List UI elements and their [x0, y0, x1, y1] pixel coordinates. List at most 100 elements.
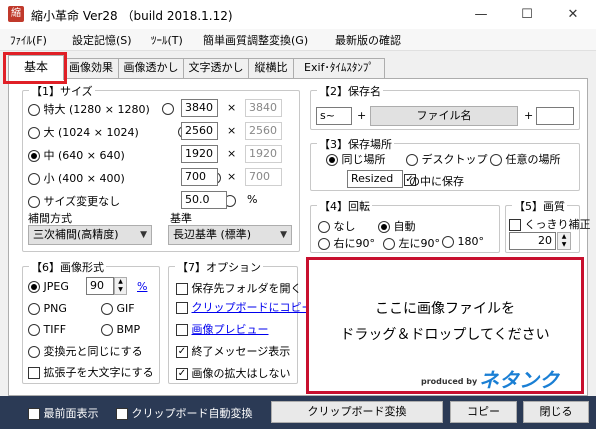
- checkbox-icon[interactable]: [176, 283, 188, 295]
- format-jpeg[interactable]: JPEG: [28, 280, 69, 293]
- jpeg-quality-field[interactable]: 90: [86, 277, 114, 295]
- rotate-180[interactable]: 180°: [442, 235, 484, 248]
- radio-icon[interactable]: [490, 154, 502, 166]
- title-bar: 縮 縮小革命 Ver28 （build 2018.1.12) — ☐ ✕: [0, 0, 596, 29]
- radio-selected-icon[interactable]: [378, 221, 390, 233]
- tab-text-watermark[interactable]: 文字透かし: [183, 58, 249, 78]
- menu-settings[interactable]: 設定記憶(S): [72, 32, 132, 48]
- menu-file[interactable]: ﾌｧｲﾙ(F): [10, 32, 47, 48]
- option-label: 終了メッセージ表示: [191, 345, 291, 358]
- menu-check-update[interactable]: 最新版の確認: [335, 32, 401, 48]
- size-preset-none[interactable]: サイズ変更なし: [28, 193, 120, 209]
- topmost-option[interactable]: ✓ 最前面表示: [28, 405, 99, 421]
- option-clipboard-copy[interactable]: クリップボードにコピー: [176, 299, 313, 315]
- checkbox-checked-icon[interactable]: ✓: [28, 408, 40, 420]
- menu-quick-adjust[interactable]: 簡単画質調整変換(G): [203, 32, 308, 48]
- radio-icon[interactable]: [318, 221, 330, 233]
- radio-icon[interactable]: [28, 196, 40, 208]
- format-bmp[interactable]: BMP: [101, 323, 140, 336]
- close-button[interactable]: 閉じる: [523, 401, 589, 423]
- jpeg-quality-link[interactable]: %: [137, 280, 147, 293]
- spinner-icon[interactable]: ▲ ▼: [114, 277, 127, 295]
- radio-icon[interactable]: [383, 238, 395, 250]
- checkbox-checked-icon[interactable]: ✓: [176, 346, 188, 358]
- interp-select[interactable]: 三次補間(高精度) ▼: [28, 225, 152, 245]
- radio-icon[interactable]: [101, 303, 113, 315]
- option-no-enlarge[interactable]: ✓ 画像の拡大はしない: [176, 365, 291, 381]
- size-preset-large[interactable]: 大 (1024 × 1024): [28, 124, 139, 140]
- radio-icon[interactable]: [101, 324, 113, 336]
- quality-field[interactable]: 20: [509, 232, 556, 250]
- size-preset-small[interactable]: 小 (400 × 400): [28, 170, 125, 186]
- subfolder-field[interactable]: Resized: [347, 170, 403, 188]
- width-field[interactable]: 1920: [181, 145, 218, 163]
- radio-icon[interactable]: [28, 127, 40, 139]
- drop-line-1: ここに画像ファイルを: [375, 301, 515, 317]
- checkbox-icon[interactable]: [116, 408, 128, 420]
- checkbox-icon[interactable]: [28, 367, 40, 379]
- minimize-button[interactable]: —: [458, 0, 504, 29]
- tab-aspect-ratio[interactable]: 縦横比: [248, 58, 294, 78]
- checkbox-checked-icon[interactable]: ✓: [176, 368, 188, 380]
- option-end-message[interactable]: ✓ 終了メッセージ表示: [176, 343, 290, 359]
- checkbox-icon[interactable]: [509, 219, 521, 231]
- rotate-right[interactable]: 右に90°: [318, 235, 375, 251]
- tab-exif-timestamp[interactable]: Exif･ﾀｲﾑｽﾀﾝﾌﾟ: [293, 58, 385, 78]
- radio-selected-icon[interactable]: [326, 154, 338, 166]
- basis-select[interactable]: 長辺基準 (標準) ▼: [168, 225, 292, 245]
- rotate-label: なし: [333, 220, 356, 233]
- clipboard-convert-button[interactable]: クリップボード変換: [271, 401, 443, 423]
- format-same[interactable]: 変換元と同じにする: [28, 343, 143, 359]
- option-preview[interactable]: 画像プレビュー: [176, 321, 269, 337]
- radio-icon[interactable]: [28, 324, 40, 336]
- radio-icon[interactable]: [406, 154, 418, 166]
- radio-icon[interactable]: [28, 346, 40, 358]
- tab-image-watermark[interactable]: 画像透かし: [118, 58, 184, 78]
- option-link[interactable]: クリップボードにコピー: [192, 301, 313, 314]
- radio-selected-icon[interactable]: [28, 281, 40, 293]
- uppercase-ext-option[interactable]: 拡張子を大文字にする: [28, 364, 154, 380]
- radio-icon[interactable]: [28, 173, 40, 185]
- radio-icon[interactable]: [442, 236, 454, 248]
- rotate-auto[interactable]: 自動: [378, 218, 416, 234]
- checkbox-icon[interactable]: [176, 324, 188, 336]
- filename-button[interactable]: ファイル名: [370, 106, 518, 126]
- format-label: BMP: [116, 323, 141, 336]
- menu-tools[interactable]: ﾂｰﾙ(T): [151, 32, 183, 48]
- size-preset-medium[interactable]: 中 (640 × 640): [28, 147, 125, 163]
- rotate-none[interactable]: なし: [318, 218, 356, 234]
- tab-image-effect[interactable]: 画像効果: [63, 58, 119, 78]
- drop-zone[interactable]: ここに画像ファイルを ドラッグ＆ドロップしてください produced by ネ…: [306, 257, 584, 394]
- format-tiff[interactable]: TIFF: [28, 323, 66, 336]
- format-png[interactable]: PNG: [28, 302, 67, 315]
- radio-icon[interactable]: [28, 303, 40, 315]
- rotate-left[interactable]: 左に90°: [383, 235, 440, 251]
- maximize-button[interactable]: ☐: [504, 0, 550, 29]
- suffix-field[interactable]: [536, 107, 574, 125]
- netank-logo: ネタンク: [479, 368, 559, 392]
- radio-icon[interactable]: [318, 238, 330, 250]
- percent-field[interactable]: 50.0: [181, 191, 227, 209]
- prefix-field[interactable]: s~: [316, 107, 352, 125]
- radio-icon[interactable]: [28, 104, 40, 116]
- checkbox-icon[interactable]: [176, 302, 188, 314]
- size-preset-xl[interactable]: 特大 (1280 × 1280): [28, 101, 150, 117]
- spinner-icon[interactable]: ▲ ▼: [557, 232, 571, 250]
- copy-button[interactable]: コピー: [450, 401, 517, 423]
- close-window-button[interactable]: ✕: [550, 0, 596, 29]
- width-field[interactable]: 3840: [181, 99, 218, 117]
- tab-basic[interactable]: 基本: [8, 55, 64, 80]
- save-same-place[interactable]: 同じ場所: [326, 151, 386, 167]
- basis-value: 長辺基準 (標準): [173, 228, 252, 241]
- save-desktop[interactable]: デスクトップ: [406, 151, 488, 167]
- custom-size-radio[interactable]: [162, 103, 174, 115]
- save-any-place[interactable]: 任意の場所: [490, 151, 561, 167]
- sharpen-option[interactable]: くっきり補正: [509, 216, 591, 232]
- option-link[interactable]: 画像プレビュー: [192, 323, 269, 336]
- width-field[interactable]: 700: [181, 168, 218, 186]
- option-open-folder[interactable]: 保存先フォルダを開く: [176, 280, 302, 296]
- format-gif[interactable]: GIF: [101, 302, 135, 315]
- radio-selected-icon[interactable]: [28, 150, 40, 162]
- width-field[interactable]: 2560: [181, 122, 218, 140]
- clipboard-auto-option[interactable]: クリップボード自動変換: [116, 405, 253, 421]
